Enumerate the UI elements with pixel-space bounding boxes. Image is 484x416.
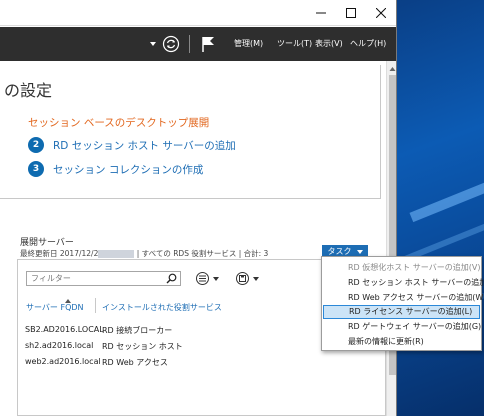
server-fqdn-cell: web2.ad2016.local <box>25 357 101 366</box>
minimize-icon[interactable] <box>306 0 336 26</box>
dropdown-arrow-icon[interactable] <box>149 27 157 61</box>
menu-item-add-virtualization-host[interactable]: RD 仮想化ホスト サーバーの追加(V) <box>323 261 480 275</box>
desktop-background <box>397 0 484 416</box>
column-header-fqdn[interactable]: サーバー FQDN <box>26 302 84 313</box>
save-query-button[interactable] <box>236 272 259 285</box>
maximize-icon[interactable] <box>336 0 366 26</box>
step-create-collection[interactable]: 3 セッション コレクションの作成 <box>28 160 203 178</box>
menu-item-refresh[interactable]: 最新の情報に更新(R) <box>323 335 480 349</box>
sort-indicator-icon <box>65 296 71 305</box>
menu-help[interactable]: ヘルプ(H) <box>350 27 386 61</box>
step-link[interactable]: セッション コレクションの作成 <box>53 162 203 177</box>
refresh-icon[interactable] <box>162 27 180 61</box>
server-manager-window: 管理(M) ツール(T) 表示(V) ヘルプ(H) の設定 セッション ベースの… <box>0 0 397 416</box>
column-divider <box>95 298 96 313</box>
menu-view[interactable]: 表示(V) <box>315 27 343 61</box>
notification-flag-icon[interactable] <box>201 27 215 61</box>
main-content: の設定 セッション ベースのデスクトップ展開 2 RD セッション ホスト サー… <box>0 61 386 416</box>
column-header-roles[interactable]: インストールされた役割サービス <box>102 302 222 313</box>
caret-down-icon <box>356 249 363 254</box>
toolbar: 管理(M) ツール(T) 表示(V) ヘルプ(H) <box>0 27 396 61</box>
server-role-cell: RD 接続ブローカー <box>102 326 173 335</box>
last-updated-text: 最終更新日 2017/12/2 <box>20 249 99 258</box>
tasks-dropdown-menu: RD 仮想化ホスト サーバーの追加(V) RD セッション ホスト サーバーの追… <box>321 256 484 351</box>
scenario-title: セッション ベースのデスクトップ展開 <box>28 117 210 129</box>
filter-input[interactable] <box>27 272 162 285</box>
page-title: の設定 <box>4 81 53 100</box>
list-view-icon <box>196 272 209 285</box>
menu-manage[interactable]: 管理(M) <box>234 27 263 61</box>
summary-text: | すべての RDS 役割サービス | 合計: 3 <box>136 249 269 258</box>
quick-start-panel: の設定 セッション ベースのデスクトップ展開 2 RD セッション ホスト サー… <box>0 65 381 199</box>
filter-box[interactable] <box>26 271 181 286</box>
menu-item-add-session-host[interactable]: RD セッション ホスト サーバーの追加(S) <box>323 276 484 290</box>
chevron-down-icon <box>213 276 219 281</box>
menu-tools[interactable]: ツール(T) <box>277 27 312 61</box>
server-role-cell: RD Web アクセス <box>102 358 168 367</box>
title-bar <box>0 0 396 26</box>
chevron-down-icon <box>253 276 259 281</box>
search-icon[interactable] <box>166 273 177 286</box>
step-number-badge: 3 <box>28 161 44 177</box>
server-role-cell: RD セッション ホスト <box>102 342 183 351</box>
last-updated-summary: 最終更新日 2017/12/2 | すべての RDS 役割サービス | 合計: … <box>20 248 268 259</box>
close-icon[interactable] <box>366 0 396 26</box>
save-icon <box>236 272 249 285</box>
vertical-scrollbar[interactable] <box>386 61 396 416</box>
step-add-session-host[interactable]: 2 RD セッション ホスト サーバーの追加 <box>28 136 236 154</box>
redacted-region <box>98 250 135 258</box>
menu-item-add-license-server[interactable]: RD ライセンス サーバーの追加(L) <box>323 305 480 319</box>
server-fqdn-cell: SB2.AD2016.LOCAL <box>25 325 104 334</box>
menu-item-add-web-access[interactable]: RD Web アクセス サーバーの追加(W) <box>323 291 484 305</box>
section-title: 展開サーバー <box>20 238 74 248</box>
menu-item-add-gateway[interactable]: RD ゲートウェイ サーバーの追加(G) <box>323 320 481 334</box>
divider <box>189 27 190 61</box>
step-link[interactable]: RD セッション ホスト サーバーの追加 <box>53 138 236 153</box>
view-options-button[interactable] <box>196 272 219 285</box>
server-fqdn-cell: sh2.ad2016.local <box>25 341 94 350</box>
step-number-badge: 2 <box>28 137 44 153</box>
